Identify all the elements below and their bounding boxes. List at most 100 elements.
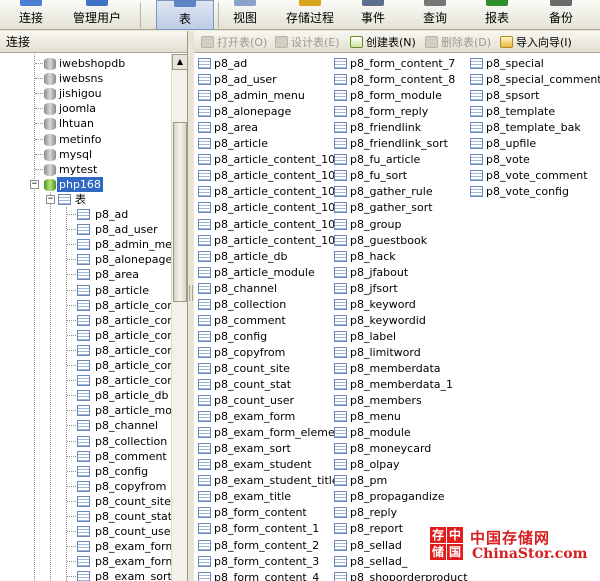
table-list-item[interactable]: p8_exam_student xyxy=(197,457,312,473)
table-list-item[interactable]: p8_vote_config xyxy=(469,184,569,200)
toolbar-view-button[interactable]: 视图 xyxy=(216,0,274,30)
table-list-item[interactable]: p8_ad_user xyxy=(197,72,277,88)
toolbar-event-button[interactable]: 事件 xyxy=(346,0,400,30)
table-list-item[interactable]: p8_propagandize xyxy=(333,489,444,505)
table-list-item[interactable]: p8_olpay xyxy=(333,457,400,473)
table-list-item[interactable]: p8_template_bak xyxy=(469,120,581,136)
table-list-item[interactable]: p8_exam_student_title xyxy=(197,473,339,489)
tree-item-table[interactable]: p8_article_conte xyxy=(0,328,171,343)
table-list-item[interactable]: p8_jfsort xyxy=(333,281,398,297)
table-list-item[interactable]: p8_keywordid xyxy=(333,313,426,329)
tree-item-database[interactable]: iwebshopdb xyxy=(0,56,171,71)
tree-item-database[interactable]: lhtuan xyxy=(0,116,171,131)
tree-item-table[interactable]: p8_exam_form_e xyxy=(0,554,171,569)
table-list-item[interactable]: p8_form_reply xyxy=(333,104,428,120)
table-list-item[interactable]: p8_article_content_100 xyxy=(197,152,342,168)
scrollbar-thumb[interactable] xyxy=(173,122,187,302)
table-list-item[interactable]: p8_form_content_1 xyxy=(197,521,319,537)
table-list-item[interactable]: p8_vote xyxy=(469,152,530,168)
tree-item-table[interactable]: p8_count_stat xyxy=(0,509,171,524)
tree-item-table[interactable]: p8_copyfrom xyxy=(0,479,171,494)
table-list-item[interactable]: p8_friendlink_sort xyxy=(333,136,448,152)
tree-item-table[interactable]: p8_count_site xyxy=(0,494,171,509)
table-list-item[interactable]: p8_sellad xyxy=(333,538,402,554)
tree-item-table[interactable]: p8_comment xyxy=(0,449,171,464)
table-list-item[interactable]: p8_admin_menu xyxy=(197,88,305,104)
tree-item-table[interactable]: p8_article_conte xyxy=(0,313,171,328)
table-list-item[interactable]: p8_exam_form xyxy=(197,409,295,425)
table-list-item[interactable]: p8_fu_sort xyxy=(333,168,407,184)
toolbar-backup-button[interactable]: 备份 xyxy=(536,0,586,30)
table-list-item[interactable]: p8_label xyxy=(333,329,396,345)
table-list-item[interactable]: p8_article_db xyxy=(197,249,287,265)
table-list-item[interactable]: p8_pm xyxy=(333,473,387,489)
table-list-item[interactable]: p8_special_comment xyxy=(469,72,600,88)
table-list-item[interactable]: p8_form_content_2 xyxy=(197,538,319,554)
table-list-item[interactable]: p8_article_content_105 xyxy=(197,233,342,249)
table-list-item[interactable]: p8_gather_rule xyxy=(333,184,433,200)
tree-item-table[interactable]: p8_ad_user xyxy=(0,222,171,237)
table-list-item[interactable]: p8_special xyxy=(469,56,544,72)
table-list-item[interactable]: p8_article xyxy=(197,136,268,152)
table-list-item[interactable]: p8_memberdata_1 xyxy=(333,377,453,393)
table-list-item[interactable]: p8_form_content_7 xyxy=(333,56,455,72)
tree-item-database[interactable]: mytest xyxy=(0,162,171,177)
table-list-item[interactable]: p8_collection xyxy=(197,297,286,313)
table-list-item[interactable]: p8_sellad_ xyxy=(333,554,407,570)
toolbar-report-button[interactable]: 报表 xyxy=(466,0,528,30)
tree-item-table[interactable]: p8_article_conte xyxy=(0,343,171,358)
table-list-item[interactable]: p8_comment xyxy=(197,313,286,329)
table-list-item[interactable]: p8_module xyxy=(333,425,411,441)
table-list-item[interactable]: p8_count_user xyxy=(197,393,294,409)
table-list-item[interactable]: p8_config xyxy=(197,329,267,345)
delete-table-button[interactable]: 删除表(D) xyxy=(424,35,491,50)
table-list-item[interactable]: p8_article_content_104 xyxy=(197,217,342,233)
tree-item-table[interactable]: p8_exam_sort xyxy=(0,569,171,581)
table-list-item[interactable]: p8_memberdata xyxy=(333,361,441,377)
tree-item-table[interactable]: p8_channel xyxy=(0,418,171,433)
table-list-item[interactable]: p8_area xyxy=(197,120,258,136)
toolbar-procedure-button[interactable]: 存储过程 xyxy=(278,0,342,30)
table-list-item[interactable]: p8_spsort xyxy=(469,88,540,104)
table-list-item[interactable]: p8_members xyxy=(333,393,422,409)
table-list-item[interactable]: p8_copyfrom xyxy=(197,345,285,361)
tree-item-database[interactable]: joomla xyxy=(0,101,171,116)
design-table-button[interactable]: 设计表(E) xyxy=(274,35,340,50)
table-list-item[interactable]: p8_upfile xyxy=(469,136,536,152)
table-list-item[interactable]: p8_template xyxy=(469,104,555,120)
table-list-item[interactable]: p8_alonepage xyxy=(197,104,291,120)
table-list-item[interactable]: p8_article_module xyxy=(197,265,315,281)
table-list-item[interactable]: p8_form_content_3 xyxy=(197,554,319,570)
table-list-item[interactable]: p8_form_content xyxy=(197,505,307,521)
collapse-icon[interactable]: − xyxy=(46,194,55,204)
tree-item-tables-node[interactable]: − 表 xyxy=(0,192,171,207)
table-list-item[interactable]: p8_article_content_102 xyxy=(197,184,342,200)
table-list-item[interactable]: p8_count_stat xyxy=(197,377,291,393)
open-table-button[interactable]: 打开表(O) xyxy=(200,35,267,50)
table-list-item[interactable]: p8_reply xyxy=(333,505,397,521)
table-list-item[interactable]: p8_article_content_101 xyxy=(197,168,342,184)
tree-item-table[interactable]: p8_admin_menu xyxy=(0,237,171,252)
tree-item-database[interactable]: mysql xyxy=(0,147,171,162)
table-list-item[interactable]: p8_vote_comment xyxy=(469,168,588,184)
table-list-item[interactable]: p8_exam_sort xyxy=(197,441,291,457)
tree-item-table[interactable]: p8_alonepage xyxy=(0,252,171,267)
tree-item-table[interactable]: p8_article_db xyxy=(0,388,171,403)
tree-item-table[interactable]: p8_article_conte xyxy=(0,373,171,388)
table-list-item[interactable]: p8_form_content_8 xyxy=(333,72,455,88)
tree-item-database[interactable]: iwebsns xyxy=(0,71,171,86)
table-list-item[interactable]: p8_exam_form_element xyxy=(197,425,346,441)
scroll-up-arrow-icon[interactable]: ▲ xyxy=(172,54,188,70)
table-list-item[interactable]: p8_report xyxy=(333,521,403,537)
table-list-item[interactable]: p8_menu xyxy=(333,409,401,425)
splitter-grip[interactable] xyxy=(189,285,193,301)
tree-item-table[interactable]: p8_count_user xyxy=(0,524,171,539)
table-list-item[interactable]: p8_gather_sort xyxy=(333,200,433,216)
table-list-item[interactable]: p8_limitword xyxy=(333,345,421,361)
tree-item-table[interactable]: p8_collection xyxy=(0,434,171,449)
tree-item-table[interactable]: p8_article_conte xyxy=(0,298,171,313)
tree-item-table[interactable]: p8_article_conte xyxy=(0,358,171,373)
table-list-item[interactable]: p8_fu_article xyxy=(333,152,420,168)
tree-item-table[interactable]: p8_exam_form xyxy=(0,539,171,554)
tree-item-database[interactable]: metinfo xyxy=(0,132,171,147)
